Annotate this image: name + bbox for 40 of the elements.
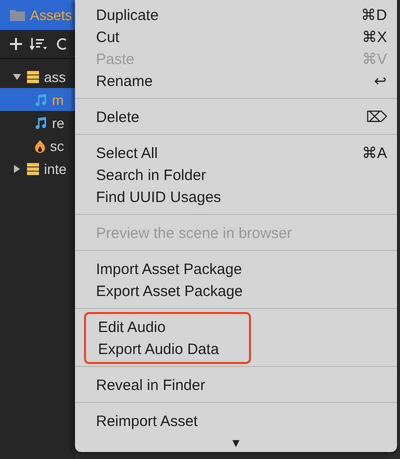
menu-item[interactable]: Rename ↩ <box>75 70 397 92</box>
shortcut-label: ⌦ <box>366 108 387 126</box>
menu-item[interactable]: Select All ⌘A <box>75 142 397 164</box>
database-icon <box>26 162 40 176</box>
menu-item[interactable]: Search in Folder <box>75 164 397 186</box>
menu-item[interactable]: Delete ⌦ <box>75 106 397 128</box>
shortcut-label: ⌘V <box>362 50 387 68</box>
tree-item[interactable]: re <box>0 111 75 134</box>
tree-item[interactable]: inte <box>0 157 75 180</box>
caret-right-icon[interactable] <box>13 164 21 172</box>
tree-item[interactable]: ass <box>0 65 75 88</box>
shortcut-label: ↩ <box>374 72 387 90</box>
menu-item[interactable]: Cut ⌘X <box>75 26 397 48</box>
tree-item-label: sc <box>50 138 64 154</box>
tree-item-label: m <box>52 92 64 108</box>
sort-icon[interactable] <box>30 38 48 50</box>
menu-item[interactable]: Find UUID Usages <box>75 186 397 208</box>
tree-item[interactable]: sc <box>0 134 75 157</box>
shortcut-label: ⌘A <box>362 144 387 162</box>
menu-item[interactable]: Export Asset Package <box>75 280 397 302</box>
tree-item-label: ass <box>44 68 66 84</box>
menu-item[interactable]: Edit Audio <box>86 316 249 338</box>
database-icon <box>26 70 40 84</box>
music-note-icon <box>34 92 48 106</box>
panel-title: Assets <box>30 7 72 23</box>
menu-item[interactable]: Reimport Asset <box>75 410 397 432</box>
menu-item[interactable]: Import Asset Package <box>75 258 397 280</box>
tree-item-label: re <box>52 114 64 130</box>
caret-down-icon[interactable] <box>13 72 21 80</box>
music-note-icon <box>34 116 48 130</box>
plus-icon[interactable] <box>10 38 22 50</box>
scroll-down-arrow[interactable]: ▼ <box>230 436 242 450</box>
shortcut-label: ⌘X <box>362 28 387 46</box>
menu-item[interactable]: Reveal in Finder <box>75 374 397 396</box>
menu-item[interactable]: Export Audio Data <box>86 338 249 360</box>
folder-icon <box>10 9 25 21</box>
flame-icon <box>34 138 46 152</box>
menu-item[interactable]: Duplicate ⌘D <box>75 4 397 26</box>
shortcut-label: ⌘D <box>361 6 387 24</box>
tree-item-label: inte <box>44 160 67 176</box>
